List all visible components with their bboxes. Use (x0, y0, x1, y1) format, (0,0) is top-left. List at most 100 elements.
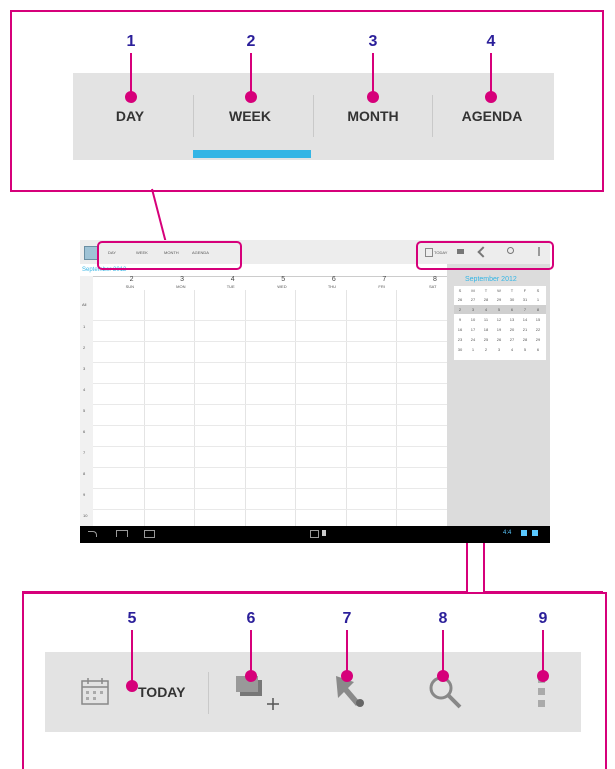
leader-dot (126, 680, 138, 692)
callout-number-7: 7 (342, 610, 352, 627)
mini-month-title: September 2012 (465, 276, 517, 283)
mini-weekday: S (458, 288, 462, 293)
mini-weekday: T (510, 288, 514, 293)
hour-label: 9 (83, 492, 86, 497)
bottom-action-bar (45, 652, 581, 732)
mini-weekday: S (536, 288, 540, 293)
mini-day[interactable]: 10 (468, 317, 478, 322)
mini-day[interactable]: 12 (494, 317, 504, 322)
day-column-line (194, 290, 196, 526)
mini-day[interactable]: 1 (533, 297, 543, 302)
day-number: 8 (433, 276, 437, 283)
day-name: FRI (378, 284, 385, 289)
mini-day[interactable]: 28 (481, 297, 491, 302)
mini-day[interactable]: 18 (481, 327, 491, 332)
hour-label: 4 (83, 387, 86, 392)
mini-day[interactable]: 3 (468, 307, 478, 312)
mini-day[interactable]: 27 (468, 297, 478, 302)
mini-day[interactable]: 26 (494, 337, 504, 342)
callout-number-6: 6 (246, 610, 256, 627)
callout-number-9: 9 (538, 610, 548, 627)
day-number: 5 (281, 276, 286, 283)
app-icon (84, 246, 98, 260)
calendar-icon[interactable] (80, 676, 110, 706)
recent-apps-icon[interactable] (144, 530, 155, 538)
day-number: 7 (382, 276, 387, 283)
mini-day[interactable]: 6 (533, 347, 543, 352)
hour-line (93, 383, 447, 384)
hour-label: 7 (83, 450, 86, 455)
leader-line (131, 630, 133, 686)
mini-weekday: W (497, 288, 501, 293)
hour-label: 6 (83, 429, 86, 434)
day-name: TUE (226, 284, 235, 289)
mini-day[interactable]: 24 (468, 337, 478, 342)
mini-day[interactable]: 13 (507, 317, 517, 322)
mini-day[interactable]: 17 (468, 327, 478, 332)
hour-line (93, 509, 447, 510)
today-label[interactable]: TODAY (138, 684, 185, 700)
hour-label: 10 (83, 513, 88, 518)
week-grid (80, 276, 447, 527)
mini-day[interactable]: 28 (520, 337, 530, 342)
mini-day[interactable]: 19 (494, 327, 504, 332)
leader-dot (437, 670, 449, 682)
leader-dot (245, 670, 257, 682)
day-name: WED (277, 284, 287, 289)
hour-line (93, 446, 447, 447)
day-number: 3 (180, 276, 185, 283)
callout-number-5: 5 (127, 610, 137, 627)
notification-icon (322, 530, 326, 536)
day-name: SUN (125, 284, 135, 289)
mini-day[interactable]: 6 (507, 307, 517, 312)
mini-day[interactable]: 27 (507, 337, 517, 342)
mini-day[interactable]: 16 (455, 327, 465, 332)
mini-day[interactable]: 5 (494, 307, 504, 312)
mini-day[interactable]: 15 (533, 317, 543, 322)
hour-label: 3 (83, 366, 86, 371)
day-number: 2 (129, 276, 134, 283)
mini-day[interactable]: 1 (468, 347, 478, 352)
screenshot-icon (310, 530, 319, 538)
tabs-highlight-box (97, 241, 242, 270)
mini-day[interactable]: 26 (455, 297, 465, 302)
mini-day[interactable]: 29 (533, 337, 543, 342)
mini-day[interactable]: 25 (481, 337, 491, 342)
mini-day[interactable]: 5 (520, 347, 530, 352)
mini-weekday: F (523, 288, 527, 293)
hour-label: 2 (83, 345, 86, 350)
day-column-line (244, 290, 246, 526)
mini-day[interactable]: 22 (533, 327, 543, 332)
mini-day[interactable]: 8 (533, 307, 543, 312)
new-event-icon[interactable] (234, 672, 280, 712)
mini-day[interactable]: 2 (455, 307, 465, 312)
battery-icon (532, 530, 538, 536)
mini-day[interactable]: 31 (520, 297, 530, 302)
mini-day[interactable]: 2 (481, 347, 491, 352)
hour-label: 8 (83, 471, 86, 476)
hour-line (93, 467, 447, 468)
home-icon[interactable] (116, 530, 128, 537)
mini-day[interactable]: 7 (520, 307, 530, 312)
mini-day[interactable]: 21 (520, 327, 530, 332)
mini-day[interactable]: 29 (494, 297, 504, 302)
mini-day[interactable]: 4 (481, 307, 491, 312)
hour-line (93, 404, 447, 405)
mini-day[interactable]: 30 (507, 297, 517, 302)
wifi-icon (521, 530, 527, 536)
mini-day[interactable]: 3 (494, 347, 504, 352)
mini-day[interactable]: 20 (507, 327, 517, 332)
hour-line (93, 320, 447, 321)
mini-day[interactable]: 9 (455, 317, 465, 322)
day-name: SAT (429, 284, 437, 289)
callout-number-8: 8 (438, 610, 448, 627)
day-column-line (396, 290, 398, 526)
mini-day[interactable]: 30 (455, 347, 465, 352)
mini-day[interactable]: 14 (520, 317, 530, 322)
mini-day[interactable]: 4 (507, 347, 517, 352)
mini-day[interactable]: 23 (455, 337, 465, 342)
back-icon[interactable] (88, 531, 97, 537)
hour-line (93, 488, 447, 489)
day-name: THU (327, 284, 337, 289)
mini-day[interactable]: 11 (481, 317, 491, 322)
